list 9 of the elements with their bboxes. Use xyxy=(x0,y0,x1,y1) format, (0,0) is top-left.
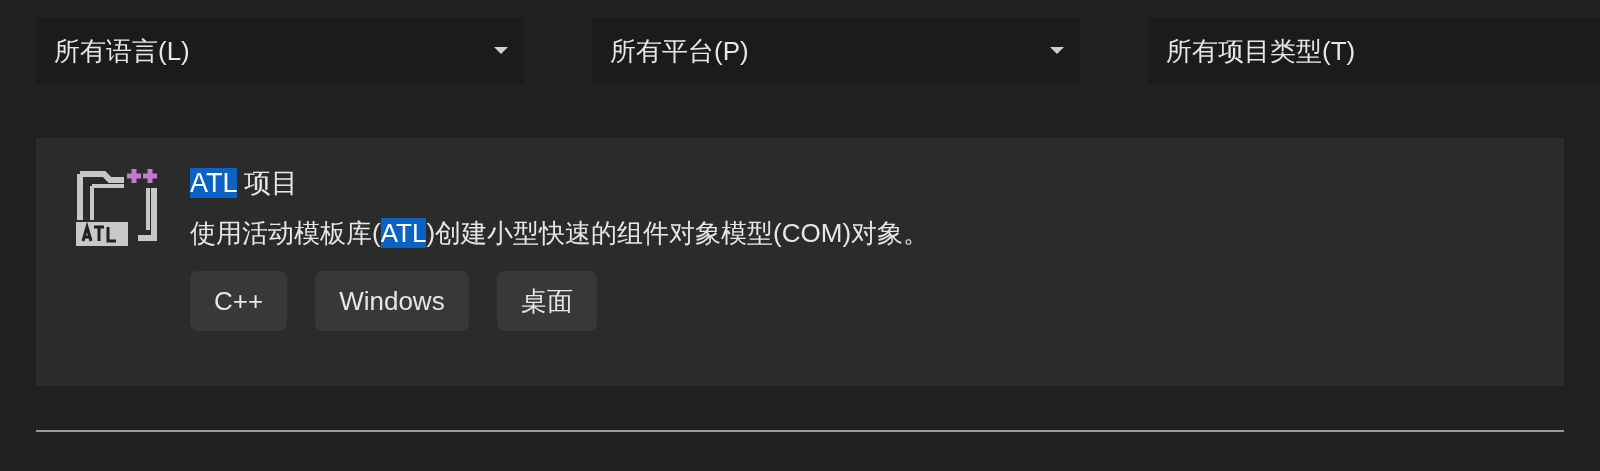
template-title: ATL 项目 xyxy=(190,167,300,200)
filter-dropdown[interactable]: 所有项目类型(T) xyxy=(1148,18,1600,84)
caret-icon xyxy=(494,47,508,55)
tag: C++ xyxy=(190,271,288,331)
filter-dropdown[interactable]: 所有语言(L) xyxy=(36,18,524,84)
tag: Windows xyxy=(315,271,469,331)
tag: 桌面 xyxy=(496,271,597,331)
filter-dropdown[interactable]: 所有平台(P) xyxy=(592,18,1080,84)
caret-icon xyxy=(1050,47,1064,55)
